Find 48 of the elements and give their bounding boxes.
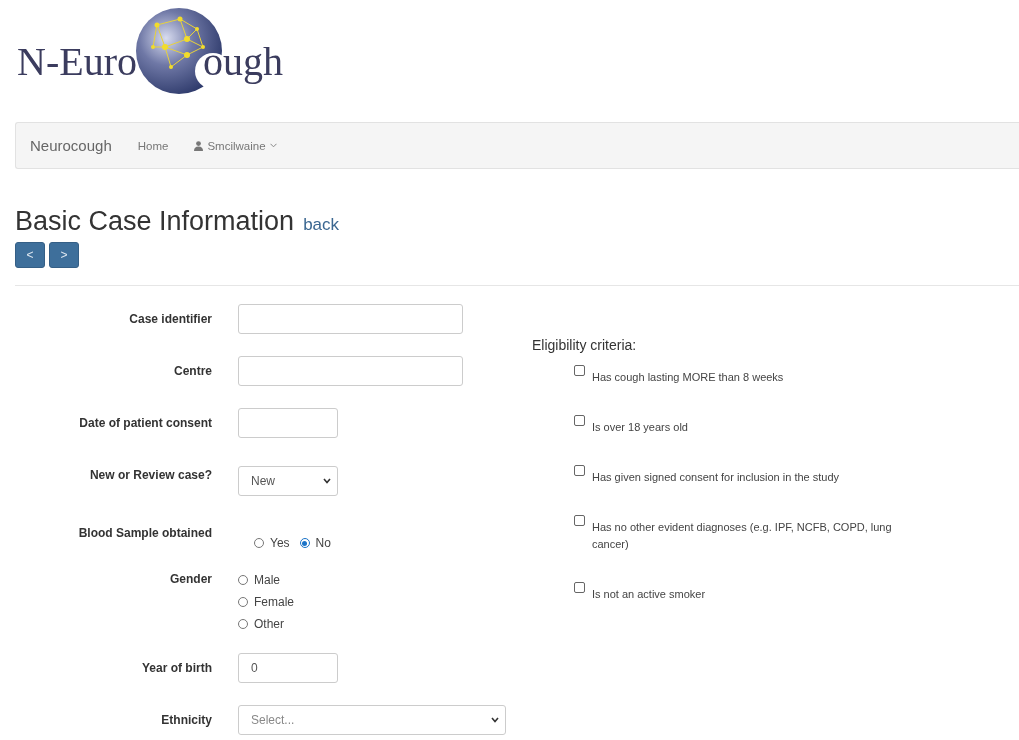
- logo-text: ough: [202, 42, 283, 82]
- criterion-label: Has given signed consent for inclusion in the study: [592, 470, 840, 486]
- field-label: New or Review case?: [88, 467, 212, 485]
- checkbox[interactable]: [574, 582, 585, 594]
- radio-button[interactable]: [238, 575, 248, 586]
- radio-label: Female: [254, 595, 294, 610]
- checkbox[interactable]: [574, 515, 585, 527]
- criterion-label: Is not an active smoker: [592, 587, 706, 603]
- radio-button[interactable]: [238, 597, 248, 608]
- checkbox[interactable]: [574, 465, 585, 477]
- field-label: Ethnicity: [160, 712, 212, 730]
- select-field[interactable]: New: [238, 466, 338, 497]
- field-label: Centre: [173, 363, 212, 381]
- criterion-label: Has no other evident diagnoses (e.g. IPF, NCFB, COPD, lung cancer): [592, 520, 893, 553]
- field-label: Case identifier: [128, 311, 212, 329]
- criterion-label: Is over 18 years old: [592, 420, 688, 436]
- navbar-brand[interactable]: Neurocough: [30, 137, 112, 154]
- radio-button[interactable]: [238, 619, 248, 630]
- chevron-down-icon: [323, 478, 331, 485]
- logo-text: N-Euro: [17, 42, 137, 82]
- pager-button[interactable]: <: [15, 242, 45, 269]
- pager-button[interactable]: >: [49, 242, 79, 269]
- radio-label: No: [315, 536, 331, 551]
- radio-label: Yes: [270, 536, 290, 551]
- criterion-label: Has cough lasting MORE than 8 weeks: [592, 370, 784, 386]
- radio-button[interactable]: [299, 538, 310, 549]
- field-label: Blood Sample obtained: [77, 525, 212, 543]
- user-menu[interactable]: Smcilwaine: [194, 139, 277, 152]
- radio-label: Male: [254, 573, 280, 588]
- page-title: Basic Case Information: [15, 205, 295, 238]
- user-icon: [194, 140, 204, 151]
- radio-button[interactable]: [254, 538, 264, 549]
- checkbox[interactable]: [574, 365, 585, 377]
- field-label: Year of birth: [141, 660, 212, 678]
- select-field[interactable]: Select...: [238, 705, 506, 736]
- nav-link[interactable]: Home: [137, 139, 169, 152]
- field-label: Gender: [169, 572, 212, 589]
- radio-label: Other: [254, 617, 284, 632]
- caret-icon: [269, 143, 277, 148]
- back-link[interactable]: back: [303, 215, 340, 235]
- section-title: Eligibility criteria:: [532, 337, 638, 354]
- input-field[interactable]: 0: [238, 653, 338, 684]
- chevron-down-icon: [491, 717, 499, 724]
- checkbox[interactable]: [574, 415, 585, 427]
- input-field[interactable]: [238, 356, 463, 387]
- field-label: Date of patient consent: [78, 415, 212, 433]
- input-field[interactable]: [238, 304, 463, 335]
- input-field[interactable]: [238, 408, 338, 439]
